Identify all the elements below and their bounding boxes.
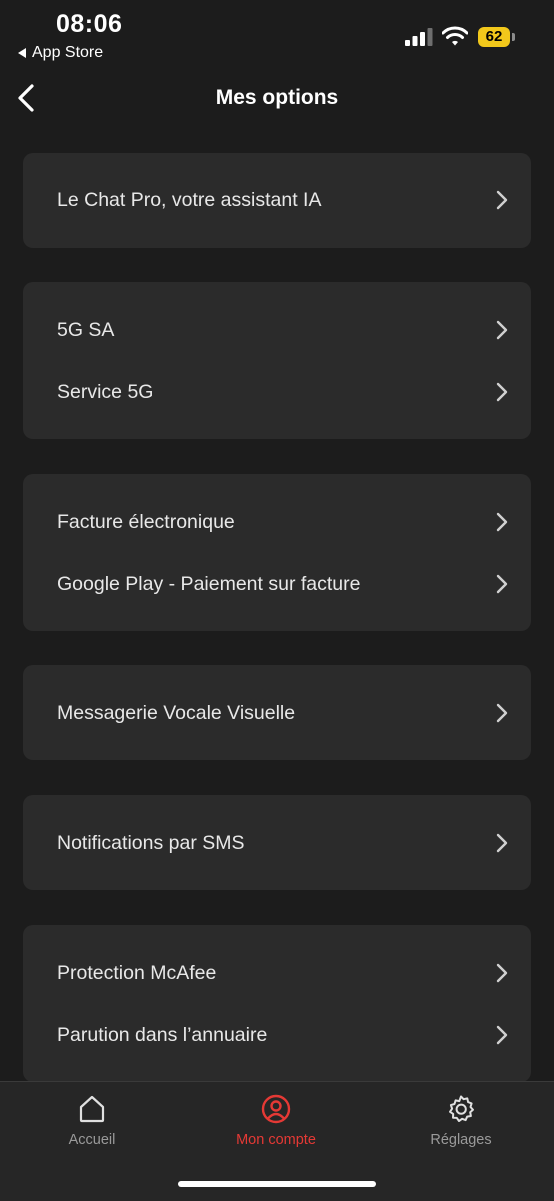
tab-label: Accueil — [68, 1132, 116, 1148]
status-bar: 08:06 App Store 62 — [0, 0, 554, 70]
option-messagerie-vocale[interactable]: Messagerie Vocale Visuelle — [23, 683, 531, 743]
status-time: 08:06 — [56, 10, 123, 38]
section-card-protection: Protection McAfee Parution dans l’annuai… — [23, 925, 531, 1082]
section-card-chat: Le Chat Pro, votre assistant IA — [23, 153, 531, 248]
option-label: Service 5G — [57, 380, 154, 403]
chevron-right-icon — [496, 320, 508, 340]
chevron-right-icon — [496, 1025, 508, 1045]
battery-indicator: 62 — [478, 27, 516, 47]
option-notifications-sms[interactable]: Notifications par SMS — [23, 813, 531, 873]
option-label: Le Chat Pro, votre assistant IA — [57, 188, 322, 211]
back-app-label: App Store — [32, 44, 104, 61]
option-label: Facture électronique — [57, 510, 235, 533]
section-card-billing: Facture électronique Google Play - Paiem… — [23, 474, 531, 631]
battery-nub — [512, 33, 515, 41]
chevron-right-icon — [496, 512, 508, 532]
back-triangle-icon — [18, 48, 26, 58]
chevron-right-icon — [496, 833, 508, 853]
option-label: Messagerie Vocale Visuelle — [57, 701, 296, 724]
section-card-sms: Notifications par SMS — [23, 795, 531, 890]
option-label: Google Play - Paiement sur facture — [57, 572, 361, 595]
tab-accueil[interactable]: Accueil — [12, 1094, 172, 1154]
tab-reglages[interactable]: Réglages — [381, 1094, 541, 1154]
option-service-5g[interactable]: Service 5G — [23, 362, 531, 422]
chevron-right-icon — [496, 963, 508, 983]
cellular-signal-icon — [405, 28, 433, 46]
bottom-tab-bar: Accueil Mon compte Réglages — [0, 1081, 554, 1201]
option-label: Protection McAfee — [57, 961, 217, 984]
tab-label: Mon compte — [236, 1132, 316, 1148]
tab-label: Réglages — [430, 1132, 492, 1148]
chevron-right-icon — [496, 703, 508, 723]
page-title: Mes options — [215, 86, 339, 109]
home-indicator — [178, 1181, 376, 1187]
gear-icon — [449, 1095, 474, 1122]
option-protection-mcafee[interactable]: Protection McAfee — [23, 943, 531, 1003]
tab-mon-compte[interactable]: Mon compte — [196, 1094, 356, 1154]
account-icon — [261, 1094, 291, 1124]
option-facture-electronique[interactable]: Facture électronique — [23, 492, 531, 552]
option-parution-annuaire[interactable]: Parution dans l’annuaire — [23, 1005, 531, 1065]
option-label: Notifications par SMS — [57, 831, 245, 854]
wifi-icon — [442, 26, 468, 46]
option-5g-sa[interactable]: 5G SA — [23, 300, 531, 360]
home-icon — [79, 1095, 105, 1123]
back-to-app-store[interactable]: App Store — [18, 44, 103, 62]
option-label: Parution dans l’annuaire — [57, 1023, 268, 1046]
option-google-play-paiement[interactable]: Google Play - Paiement sur facture — [23, 554, 531, 614]
section-card-5g: 5G SA Service 5G — [23, 282, 531, 439]
section-card-voicemail: Messagerie Vocale Visuelle — [23, 665, 531, 760]
chevron-right-icon — [496, 382, 508, 402]
chevron-right-icon — [496, 574, 508, 594]
chevron-right-icon — [496, 190, 508, 210]
battery-level: 62 — [478, 27, 510, 47]
option-le-chat-pro[interactable]: Le Chat Pro, votre assistant IA — [23, 170, 531, 230]
nav-header: Mes options — [0, 72, 554, 128]
option-label: 5G SA — [57, 318, 115, 341]
